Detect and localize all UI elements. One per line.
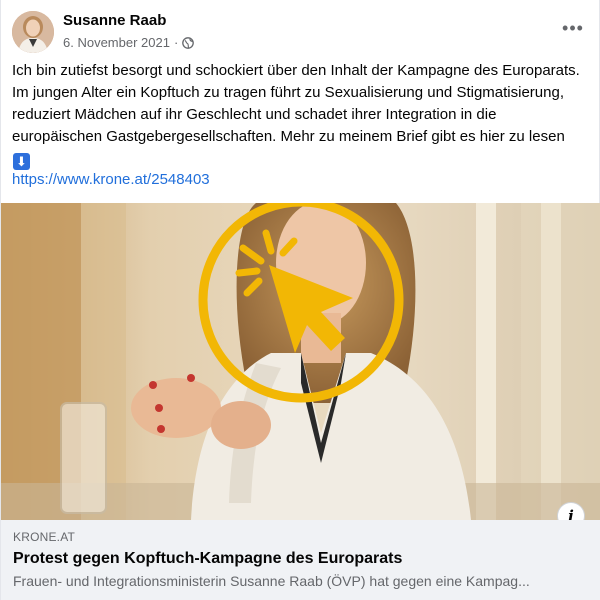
- globe-icon[interactable]: [182, 36, 195, 49]
- post-link[interactable]: https://www.krone.at/2548403: [12, 171, 210, 188]
- post-meta: 6. November 2021 ·: [63, 35, 195, 50]
- preview-photo: [1, 203, 600, 520]
- post-header: Susanne Raab 6. November 2021 · •••: [1, 0, 600, 62]
- avatar-portrait: [12, 11, 54, 53]
- meta-separator: ·: [173, 35, 179, 50]
- avatar[interactable]: [12, 11, 54, 53]
- link-title[interactable]: Protest gegen Kopftuch-Kampagne des Euro…: [13, 550, 402, 568]
- post-message: Ich bin zutiefst besorgt und schockiert …: [12, 62, 580, 145]
- post-text: Ich bin zutiefst besorgt und schockiert …: [12, 60, 582, 170]
- post-date[interactable]: 6. November 2021: [63, 35, 170, 50]
- link-preview-footer[interactable]: KRONE.AT Protest gegen Kopftuch-Kampagne…: [1, 520, 600, 600]
- author-name[interactable]: Susanne Raab: [63, 12, 166, 29]
- down-arrow-emoji-icon: ⬇: [13, 153, 30, 170]
- facebook-post: Susanne Raab 6. November 2021 · ••• Ich …: [0, 0, 600, 600]
- link-preview-image[interactable]: [1, 203, 600, 520]
- link-domain: KRONE.AT: [13, 530, 76, 544]
- link-description: Frauen- und Integrationsministerin Susan…: [13, 573, 530, 589]
- more-dots-icon: •••: [562, 17, 584, 38]
- more-options-button[interactable]: •••: [559, 16, 587, 40]
